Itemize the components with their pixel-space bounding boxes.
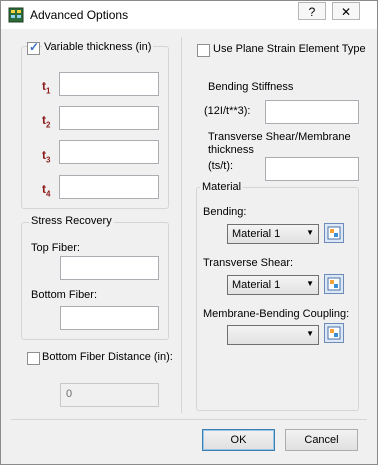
t2-label: t2: [42, 113, 51, 130]
transverse-material-value: Material 1: [232, 279, 281, 291]
bending-stiffness-input[interactable]: [265, 100, 359, 124]
variable-thickness-label: Variable thickness (in): [42, 41, 154, 53]
transverse-shear-label: Transverse Shear/Membrane: [208, 131, 351, 143]
t2-input[interactable]: [59, 106, 159, 130]
dialog-window: Advanced Options ? ✕ ✓ Variable thicknes…: [0, 0, 378, 465]
transverse-material-select[interactable]: Material 1 ▼: [227, 275, 319, 295]
app-icon: [8, 7, 24, 23]
transverse-material-label: Transverse Shear:: [203, 257, 294, 269]
checkmark-icon: ✓: [29, 40, 40, 54]
chevron-down-icon: ▼: [306, 329, 314, 338]
variable-thickness-checkbox[interactable]: ✓: [27, 40, 40, 55]
window-title: Advanced Options: [30, 8, 129, 22]
material-group: [196, 187, 359, 411]
bending-material-select[interactable]: Material 1 ▼: [227, 224, 319, 244]
close-button[interactable]: ✕: [332, 2, 360, 20]
cancel-button[interactable]: Cancel: [285, 429, 358, 451]
top-fiber-input[interactable]: [60, 256, 159, 280]
column-divider: [181, 37, 182, 413]
t1-input[interactable]: [59, 72, 159, 96]
t4-label: t4: [42, 182, 51, 199]
transverse-material-picker-button[interactable]: [324, 274, 344, 294]
help-button[interactable]: ?: [298, 2, 326, 20]
t1-label: t1: [42, 79, 51, 96]
coupling-material-picker-button[interactable]: [324, 323, 344, 343]
bending-stiffness-label: Bending Stiffness: [208, 81, 294, 93]
coupling-material-label: Membrane-Bending Coupling:: [203, 308, 350, 320]
transverse-shear-label-2: thickness: [208, 144, 254, 156]
bending-material-label: Bending:: [203, 206, 247, 218]
bending-material-value: Material 1: [232, 228, 281, 240]
plane-strain-label: Use Plane Strain Element Type: [213, 43, 366, 55]
bottom-fiber-distance-checkbox[interactable]: [27, 352, 40, 365]
plane-strain-checkbox[interactable]: [197, 44, 210, 57]
ok-button[interactable]: OK: [202, 429, 275, 451]
material-picker-icon: [327, 277, 341, 291]
t3-input[interactable]: [59, 140, 159, 164]
material-title: Material: [200, 181, 244, 193]
material-picker-icon: [327, 326, 341, 340]
bottom-fiber-distance-label: Bottom Fiber Distance (in):: [42, 351, 173, 363]
transverse-shear-unit-label: (ts/t):: [208, 160, 234, 172]
material-picker-icon: [327, 226, 341, 240]
bottom-fiber-distance-input[interactable]: 0: [60, 383, 159, 407]
t3-label: t3: [42, 148, 51, 165]
bending-stiffness-unit-label: (12I/t**3):: [204, 105, 251, 117]
bottom-fiber-label: Bottom Fiber:: [31, 289, 98, 301]
bending-material-picker-button[interactable]: [324, 223, 344, 243]
chevron-down-icon: ▼: [306, 279, 314, 288]
coupling-material-select[interactable]: ▼: [227, 325, 319, 345]
t4-input[interactable]: [59, 175, 159, 199]
footer-separator: [11, 419, 367, 420]
top-fiber-label: Top Fiber:: [31, 242, 80, 254]
stress-recovery-title: Stress Recovery: [29, 215, 114, 227]
bottom-fiber-input[interactable]: [60, 306, 159, 330]
title-bar[interactable]: Advanced Options ? ✕: [1, 1, 377, 29]
chevron-down-icon: ▼: [306, 228, 314, 237]
transverse-shear-input[interactable]: [265, 157, 359, 181]
